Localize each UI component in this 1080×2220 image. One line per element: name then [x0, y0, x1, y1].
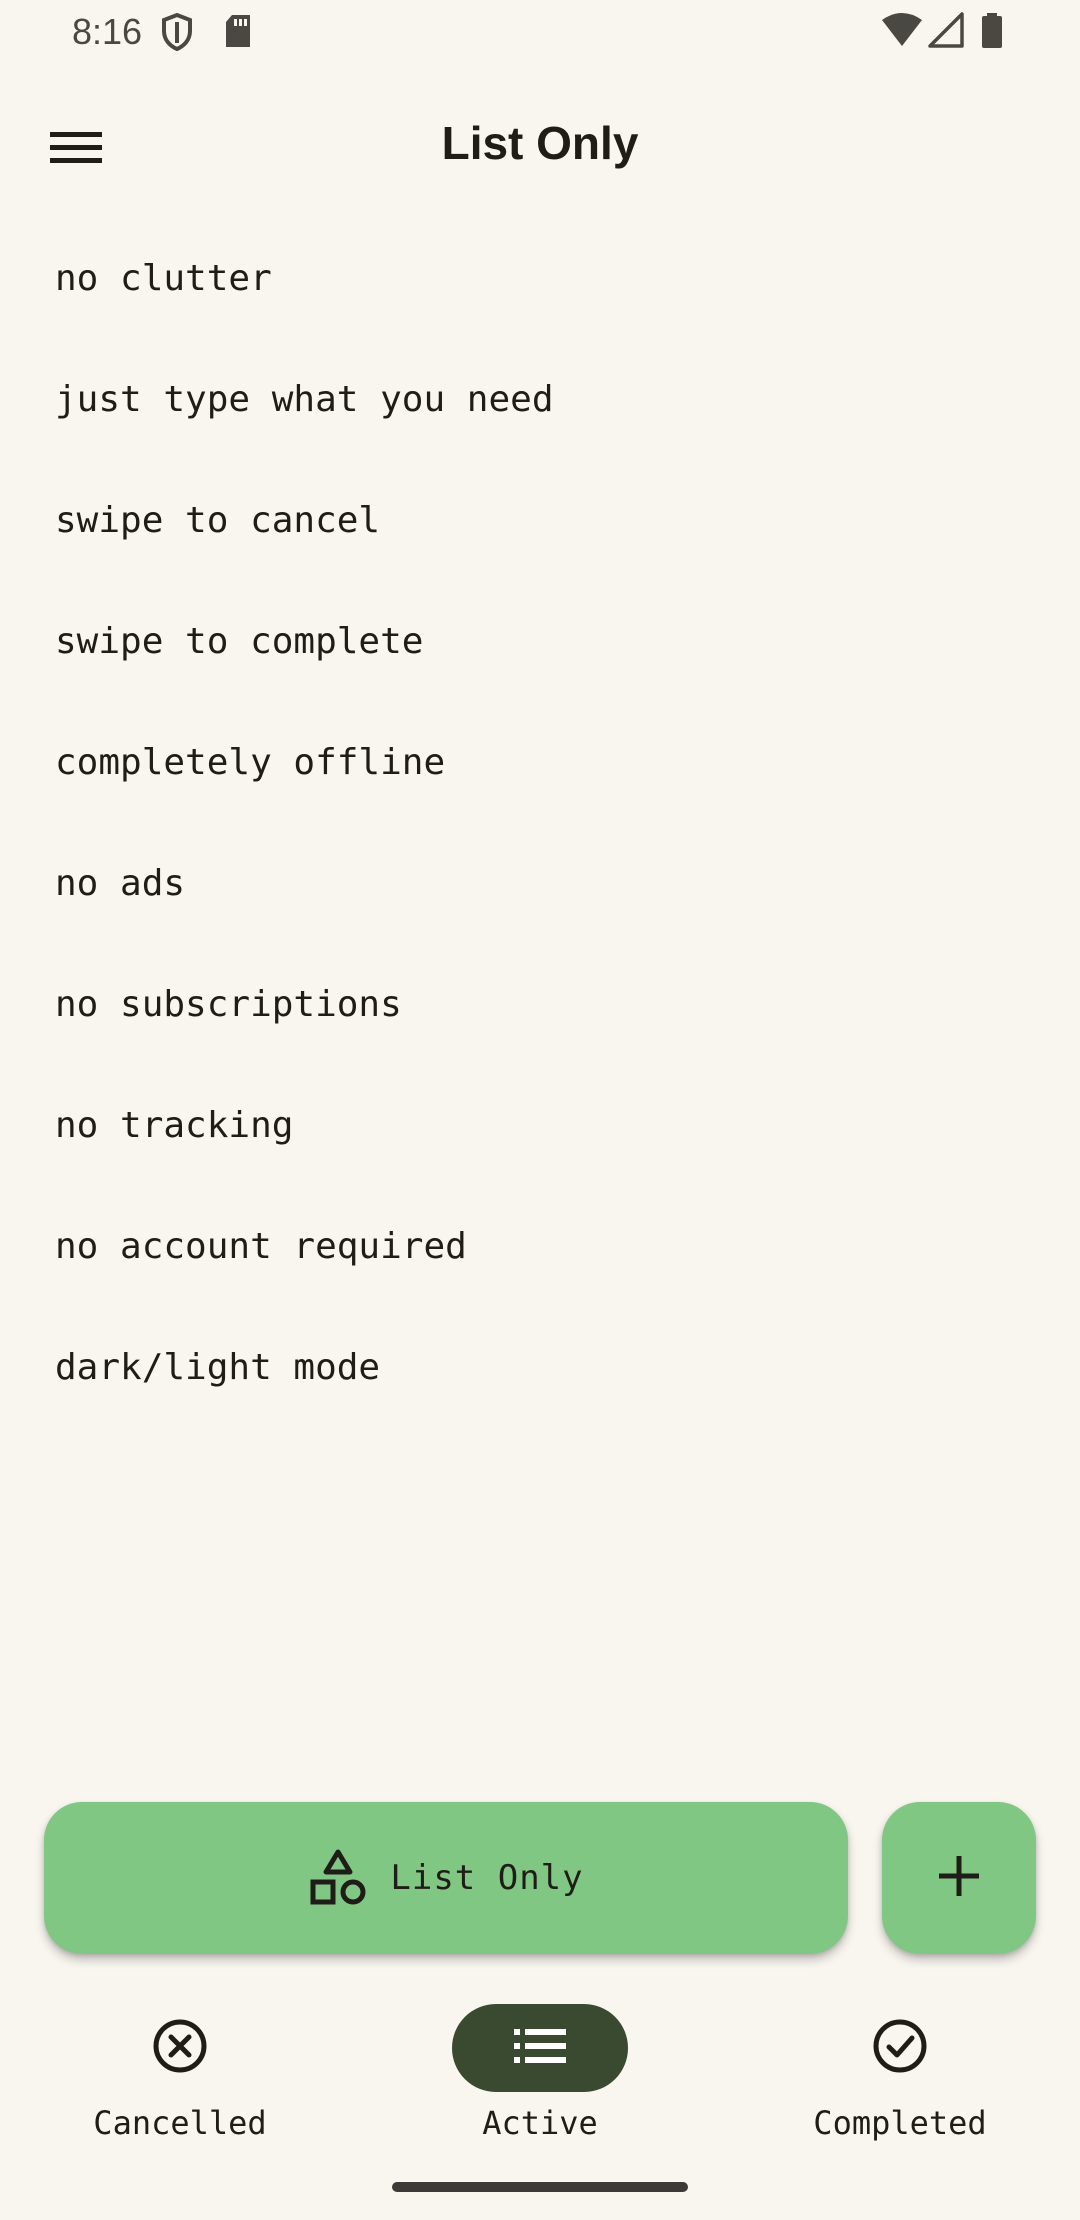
- page-title: List Only: [441, 117, 639, 169]
- nav-active-indicator: [452, 2004, 628, 2092]
- nav-item-cancelled[interactable]: Cancelled: [0, 1990, 360, 2150]
- plus-icon: [937, 1854, 981, 1903]
- nav-label-active: Active: [482, 2104, 598, 2142]
- list-item[interactable]: completely offline: [0, 702, 1080, 823]
- list-item[interactable]: no clutter: [0, 218, 1080, 339]
- status-bar: 8:16: [0, 0, 1080, 64]
- list-selector-button[interactable]: List Only: [44, 1802, 848, 1954]
- list-item[interactable]: just type what you need: [0, 339, 1080, 460]
- nav-icon-container: [92, 2004, 268, 2092]
- list-icon: [514, 2028, 566, 2068]
- nav-icon-container: [812, 2004, 988, 2092]
- cancel-circle-icon: [152, 2018, 208, 2079]
- status-time: 8:16: [72, 11, 143, 52]
- task-list: no clutter just type what you need swipe…: [0, 218, 1080, 1428]
- battery-icon: [980, 12, 1004, 55]
- list-item[interactable]: no subscriptions: [0, 944, 1080, 1065]
- list-selector-label: List Only: [390, 1858, 584, 1898]
- list-item[interactable]: no ads: [0, 823, 1080, 944]
- list-item[interactable]: no tracking: [0, 1065, 1080, 1186]
- app-bar: List Only: [0, 80, 1080, 208]
- list-item[interactable]: swipe to complete: [0, 581, 1080, 702]
- nav-label-completed: Completed: [813, 2104, 987, 2142]
- add-task-button[interactable]: [882, 1802, 1036, 1954]
- shield-icon: [160, 12, 194, 57]
- gesture-bar[interactable]: [392, 2182, 688, 2192]
- sd-card-icon: [222, 12, 254, 55]
- nav-item-active[interactable]: Active: [360, 1990, 720, 2150]
- wifi-icon: [880, 12, 924, 53]
- signal-icon: [928, 12, 964, 53]
- bottom-nav: Cancelled Active Completed: [0, 1990, 1080, 2170]
- list-item[interactable]: dark/light mode: [0, 1307, 1080, 1428]
- list-item[interactable]: swipe to cancel: [0, 460, 1080, 581]
- list-item[interactable]: no account required: [0, 1186, 1080, 1307]
- nav-item-completed[interactable]: Completed: [720, 1990, 1080, 2150]
- check-circle-icon: [872, 2018, 928, 2079]
- nav-label-cancelled: Cancelled: [93, 2104, 267, 2142]
- shapes-icon: [308, 1848, 368, 1908]
